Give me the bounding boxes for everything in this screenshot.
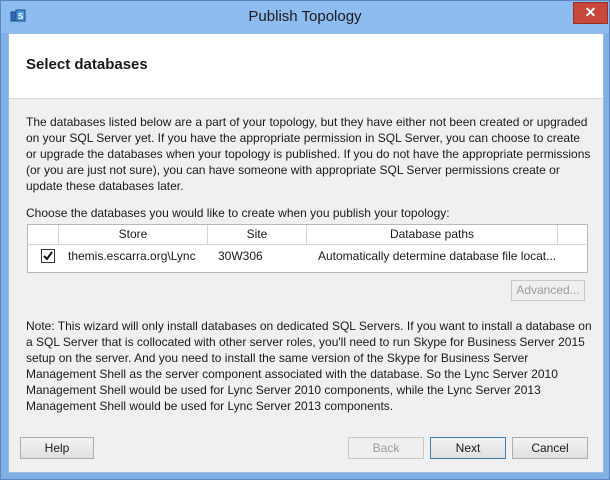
column-header-store[interactable]: Store	[59, 225, 208, 245]
wizard-header: Select databases	[9, 34, 603, 99]
page-title: Select databases	[26, 56, 148, 73]
wizard-body: Select databases The databases listed be…	[8, 33, 604, 473]
advanced-button[interactable]: Advanced...	[511, 280, 585, 301]
window-title: Publish Topology	[248, 8, 362, 25]
back-button[interactable]: Back	[348, 437, 424, 459]
column-header-filler	[558, 225, 586, 245]
help-button[interactable]: Help	[20, 437, 94, 459]
column-header-paths[interactable]: Database paths	[307, 225, 558, 245]
cell-site: 30W306	[218, 249, 263, 263]
close-button[interactable]: ✕	[573, 2, 608, 24]
checkmark-icon	[43, 251, 53, 261]
column-header-site[interactable]: Site	[208, 225, 307, 245]
intro-text: The databases listed below are a part of…	[26, 115, 591, 193]
choose-label: Choose the databases you would like to c…	[26, 206, 450, 220]
next-button[interactable]: Next	[430, 437, 506, 459]
note-text: Note: This wizard will only install data…	[26, 319, 592, 413]
publish-topology-window: S Publish Topology ✕ Select databases Th…	[0, 0, 610, 480]
databases-grid: Store Site Database paths themis.escarra…	[27, 224, 588, 273]
cancel-button[interactable]: Cancel	[512, 437, 588, 459]
column-header-select[interactable]	[28, 225, 59, 245]
title-bar[interactable]: S Publish Topology ✕	[1, 1, 609, 33]
database-checkbox[interactable]	[41, 249, 55, 263]
cell-store: themis.escarra.org\Lync	[68, 249, 196, 263]
cell-paths: Automatically determine database file lo…	[318, 249, 557, 263]
